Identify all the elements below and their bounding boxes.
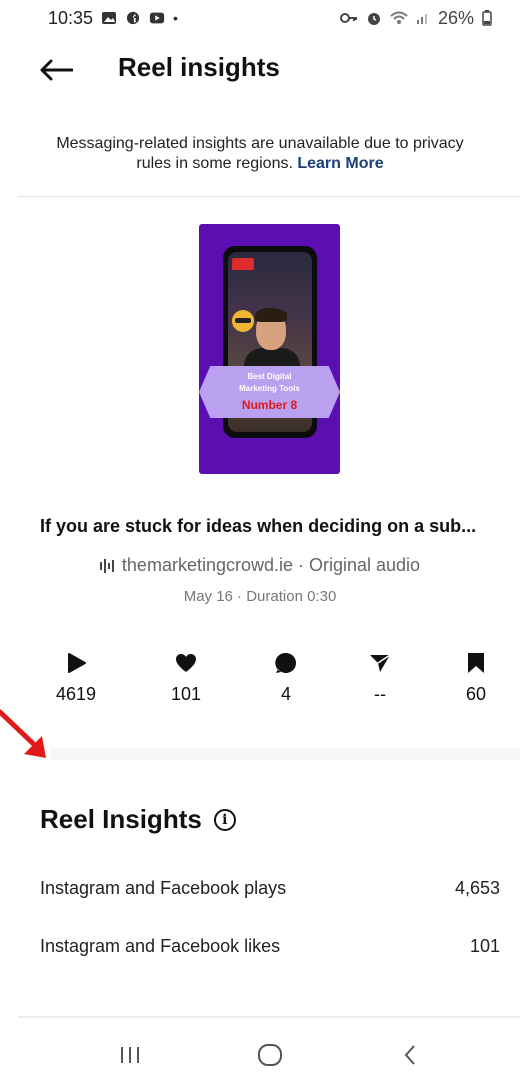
audio-text: themarketingcrowd.ie · Original audio [121,555,421,575]
sunglasses-emoji-icon [232,310,254,332]
stat-likes: 101 [146,652,226,712]
person-hair [255,308,287,322]
youtube-icon [149,12,165,24]
privacy-notice: Messaging-related insights are unavailab… [40,134,480,174]
banner-line-3: Number 8 [241,398,298,412]
reel-thumbnail[interactable]: Best Digital Marketing Tools Number 8 [199,224,340,474]
insight-label: Instagram and Facebook likes [40,936,281,956]
status-left: 10:35 • [48,8,178,29]
status-time: 10:35 [48,7,94,28]
home-button[interactable] [250,1038,290,1072]
vpn-key-icon [339,13,357,23]
annotation-arrow-icon [0,709,46,758]
stat-value: 60 [465,684,487,704]
notice-text: Messaging-related insights are unavailab… [56,135,464,172]
stat-comments: 4 [246,652,326,712]
section-separator [50,748,520,760]
battery-icon [482,10,492,26]
page-title: Reel insights [118,52,280,82]
insight-label: Instagram and Facebook plays [40,878,287,898]
system-nav-bar [0,1030,520,1081]
play-icon [65,652,87,674]
battery-text: 26% [437,7,474,28]
stat-value: 4 [280,684,291,704]
stat-shares: -- [340,652,420,712]
stat-value: 4619 [55,684,97,704]
stats-row: 4619 101 4 -- 60 [0,652,520,712]
info-icon[interactable]: i [213,808,236,831]
wifi-icon [390,11,408,24]
facebook-icon [126,11,140,25]
divider [18,196,520,197]
reel-caption: If you are stuck for ideas when deciding… [40,516,477,536]
alarm-icon [367,13,380,25]
reel-meta: May 16 · Duration 0:30 [183,588,337,605]
insights-title: Reel Insights i [40,804,236,835]
insight-value: 4,653 [454,878,500,898]
heart-icon [175,652,197,674]
send-icon [369,652,391,674]
audio-wave-icon [99,558,114,573]
bookmark-icon [465,652,487,674]
stat-value: -- [374,684,386,704]
status-right: 26% [339,7,492,29]
stat-value: 101 [170,684,202,704]
signal-icon [416,14,427,24]
stat-plays: 4619 [36,652,116,712]
stat-saves: 60 [436,652,516,712]
back-button[interactable] [36,54,76,86]
recents-button[interactable] [110,1038,150,1072]
system-back-button[interactable] [390,1038,430,1072]
insight-row-plays: Instagram and Facebook plays 4,653 [40,878,500,899]
app-header: Reel insights [0,44,520,94]
insight-value: 101 [469,936,500,956]
insight-row-likes: Instagram and Facebook likes 101 [40,936,500,957]
banner-line-2: Marketing Tools [239,384,300,393]
arrow-left-icon [40,59,73,81]
dot-icon: • [173,10,178,26]
home-icon [258,1044,282,1066]
learn-more-link[interactable]: Learn More [297,155,383,172]
insights-heading: Reel Insights [40,804,202,834]
banner-line-1: Best Digital [247,372,292,381]
status-bar: 10:35 • 26% [0,0,520,36]
youtube-sticker [232,258,254,270]
back-chevron-icon [404,1045,415,1065]
comment-icon [275,652,297,674]
gallery-icon [102,12,117,24]
recents-icon [121,1047,139,1063]
divider [18,1016,520,1018]
audio-line[interactable]: themarketingcrowd.ie · Original audio [0,555,520,576]
